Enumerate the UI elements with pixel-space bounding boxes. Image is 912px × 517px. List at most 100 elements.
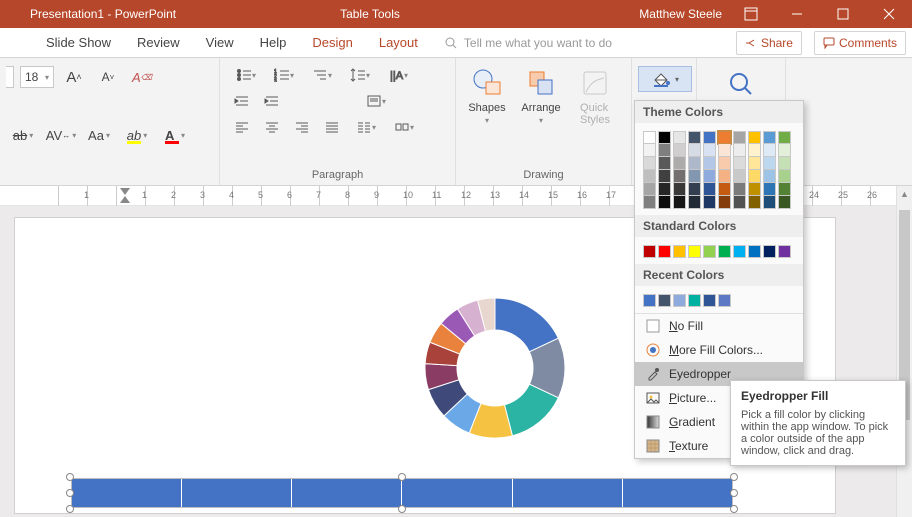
color-swatch[interactable] xyxy=(673,144,686,157)
color-swatch[interactable] xyxy=(748,157,761,170)
color-swatch[interactable] xyxy=(718,170,731,183)
color-swatch[interactable] xyxy=(658,245,671,258)
resize-handle[interactable] xyxy=(66,473,74,481)
tab-review[interactable]: Review xyxy=(127,28,190,58)
tab-layout[interactable]: Layout xyxy=(369,28,428,58)
no-fill-item[interactable]: No Fill xyxy=(635,314,803,338)
color-swatch[interactable] xyxy=(718,245,731,258)
color-swatch[interactable] xyxy=(733,183,746,196)
resize-handle[interactable] xyxy=(730,489,738,497)
tab-help[interactable]: Help xyxy=(250,28,297,58)
justify-button[interactable] xyxy=(318,116,346,138)
columns-button[interactable]: ▾ xyxy=(348,116,384,138)
color-swatch[interactable] xyxy=(643,157,656,170)
tab-view[interactable]: View xyxy=(196,28,244,58)
color-swatch[interactable] xyxy=(673,131,686,144)
color-swatch[interactable] xyxy=(688,144,701,157)
color-swatch[interactable] xyxy=(643,131,656,144)
color-swatch[interactable] xyxy=(643,144,656,157)
color-swatch[interactable] xyxy=(763,144,776,157)
color-swatch[interactable] xyxy=(733,170,746,183)
color-swatch[interactable] xyxy=(688,131,701,144)
color-swatch[interactable] xyxy=(673,157,686,170)
character-spacing-button[interactable]: AV↔▾ xyxy=(44,125,78,147)
color-swatch[interactable] xyxy=(733,245,746,258)
color-swatch[interactable] xyxy=(688,245,701,258)
color-swatch[interactable] xyxy=(763,157,776,170)
color-swatch[interactable] xyxy=(703,144,716,157)
color-swatch[interactable] xyxy=(703,294,716,307)
color-swatch[interactable] xyxy=(748,183,761,196)
color-swatch[interactable] xyxy=(643,183,656,196)
color-swatch[interactable] xyxy=(748,144,761,157)
color-swatch[interactable] xyxy=(748,170,761,183)
color-swatch[interactable] xyxy=(673,294,686,307)
clear-formatting-button[interactable]: A⌫ xyxy=(128,66,156,88)
color-swatch[interactable] xyxy=(718,183,731,196)
smartart-button[interactable]: ▾ xyxy=(386,116,422,138)
restore-button[interactable] xyxy=(820,0,866,28)
color-swatch[interactable] xyxy=(688,294,701,307)
arrange-button[interactable]: Arrange▾ xyxy=(516,62,566,125)
highlight-color-button[interactable]: ab▾ xyxy=(120,125,154,147)
align-right-button[interactable] xyxy=(288,116,316,138)
bullets-button[interactable]: ▾ xyxy=(228,64,264,86)
color-swatch[interactable] xyxy=(643,170,656,183)
color-swatch[interactable] xyxy=(688,183,701,196)
color-swatch[interactable] xyxy=(673,170,686,183)
align-center-button[interactable] xyxy=(258,116,286,138)
tab-slideshow[interactable]: Slide Show xyxy=(36,28,121,58)
increase-indent-button[interactable] xyxy=(258,90,286,112)
decrease-indent-button[interactable] xyxy=(228,90,256,112)
color-swatch[interactable] xyxy=(658,196,671,209)
color-swatch[interactable] xyxy=(778,170,791,183)
grow-font-button[interactable]: A˄ xyxy=(60,66,88,88)
color-swatch[interactable] xyxy=(718,196,731,209)
color-swatch[interactable] xyxy=(748,131,761,144)
color-swatch[interactable] xyxy=(778,196,791,209)
resize-handle[interactable] xyxy=(398,473,406,481)
shapes-button[interactable]: Shapes▾ xyxy=(462,62,512,125)
share-button[interactable]: Share xyxy=(736,31,802,55)
tell-me-search[interactable]: Tell me what you want to do xyxy=(444,36,612,50)
find-button[interactable] xyxy=(721,66,761,98)
resize-handle[interactable] xyxy=(398,505,406,513)
color-swatch[interactable] xyxy=(658,131,671,144)
font-family-combo[interactable] xyxy=(6,66,14,88)
color-swatch[interactable] xyxy=(703,245,716,258)
donut-chart[interactable] xyxy=(410,283,580,453)
color-swatch[interactable] xyxy=(658,183,671,196)
align-text-button[interactable]: ▾ xyxy=(358,90,394,112)
resize-handle[interactable] xyxy=(66,489,74,497)
color-swatch[interactable] xyxy=(718,131,731,144)
color-swatch[interactable] xyxy=(688,157,701,170)
color-swatch[interactable] xyxy=(718,294,731,307)
scroll-up-button[interactable]: ▲ xyxy=(897,186,912,202)
color-swatch[interactable] xyxy=(748,196,761,209)
font-size-combo[interactable]: 18▾ xyxy=(20,66,54,88)
color-swatch[interactable] xyxy=(703,131,716,144)
color-swatch[interactable] xyxy=(688,196,701,209)
align-left-button[interactable] xyxy=(228,116,256,138)
resize-handle[interactable] xyxy=(730,505,738,513)
tab-design[interactable]: Design xyxy=(302,28,362,58)
color-swatch[interactable] xyxy=(643,245,656,258)
color-swatch[interactable] xyxy=(673,245,686,258)
shrink-font-button[interactable]: A˅ xyxy=(94,66,122,88)
color-swatch[interactable] xyxy=(778,183,791,196)
color-swatch[interactable] xyxy=(688,170,701,183)
color-swatch[interactable] xyxy=(658,294,671,307)
minimize-button[interactable] xyxy=(774,0,820,28)
color-swatch[interactable] xyxy=(643,196,656,209)
color-swatch[interactable] xyxy=(643,294,656,307)
color-swatch[interactable] xyxy=(778,245,791,258)
color-swatch[interactable] xyxy=(778,131,791,144)
color-swatch[interactable] xyxy=(673,196,686,209)
font-color-button[interactable]: A▾ xyxy=(158,125,192,147)
color-swatch[interactable] xyxy=(703,196,716,209)
text-direction-button[interactable]: ||A▾ xyxy=(380,64,416,86)
resize-handle[interactable] xyxy=(730,473,738,481)
selected-table[interactable] xyxy=(71,478,733,508)
color-swatch[interactable] xyxy=(733,196,746,209)
comments-button[interactable]: Comments xyxy=(814,31,906,55)
